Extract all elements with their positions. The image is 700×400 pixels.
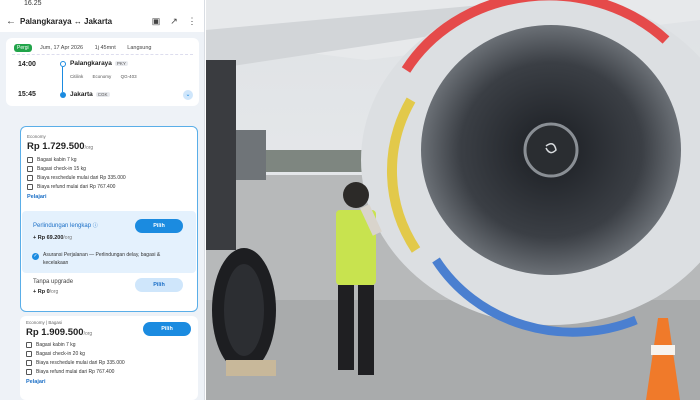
no-upgrade-title: Tanpa upgrade (33, 279, 74, 285)
protection-desc: Asuransi Perjalanan — Perlindungan delay… (43, 252, 161, 266)
phone-screen: 16.25 ← Palangkaraya ↔ Jakarta ▣ ↗ ⋮ Per… (0, 0, 205, 400)
fare-price-unit: /org (83, 331, 93, 337)
fare-option-economy: Economy Rp 1.729.500/org Bagasi kabin 7 … (20, 126, 198, 312)
status-bar: 16.25 (0, 0, 204, 10)
refund-icon (26, 369, 32, 375)
feature-reschedule: Biaya reschedule mulai dari Rp 335.000 (26, 360, 125, 366)
airline-info: Citilink Economy QG-403 (70, 74, 145, 79)
refund-icon (27, 184, 33, 190)
worker-head (343, 182, 369, 208)
no-upgrade-price-unit: /org (49, 289, 59, 295)
feature-label: Bagasi check-in 20 kg (36, 351, 85, 357)
learn-more-link[interactable]: Pelajari (27, 194, 47, 200)
feature-label: Bagasi kabin 7 kg (36, 342, 76, 348)
gear-strut (206, 60, 236, 250)
protection-price-unit: /org (63, 235, 73, 241)
fare-price: Rp 1.729.500/org (27, 141, 93, 152)
depart-dot (60, 61, 66, 67)
fare-price-value: Rp 1.909.500 (26, 327, 84, 338)
feature-checkin-baggage: Bagasi check-in 20 kg (26, 351, 85, 357)
direction-tag: Pergi (14, 44, 32, 52)
luggage-icon (26, 342, 32, 348)
cone-stripe (651, 345, 675, 355)
info-icon[interactable]: ⓘ (93, 223, 98, 229)
fare-option-economy-baggage: Economy | Bagasi Rp 1.909.500/org Pilih … (20, 316, 198, 400)
feature-label: Biaya reschedule mulai dari Rp 335.000 (36, 360, 125, 366)
protection-select-button[interactable]: Pilih (135, 219, 183, 233)
luggage-icon (26, 351, 32, 357)
no-upgrade-price: + Rp 0/org (33, 289, 58, 295)
arrive-dot (60, 92, 66, 98)
feature-label: Bagasi check-in 15 kg (37, 166, 86, 172)
photo-illustration (206, 0, 700, 400)
save-icon[interactable]: ▣ (149, 16, 163, 27)
route-title: Palangkaraya ↔ Jakarta (20, 16, 113, 26)
fare-price-unit: /org (84, 145, 94, 151)
divider (12, 54, 193, 55)
protection-title: Perlindungan lengkap ⓘ (33, 222, 98, 229)
route-line (62, 67, 63, 92)
depart-time: 14:00 (18, 61, 36, 68)
arrive-time: 15:45 (18, 91, 36, 98)
arrive-city-name: Jakarta (70, 91, 93, 98)
fare-price-value: Rp 1.729.500 (27, 141, 85, 152)
arrive-city: Jakarta CGK (70, 91, 110, 98)
luggage-icon (27, 166, 33, 172)
feature-label: Bagasi kabin 7 kg (37, 157, 77, 163)
feature-label: Biaya refund mulai dari Rp 767.400 (37, 184, 116, 190)
wheel-hub (224, 264, 264, 356)
arrive-code: CGK (95, 92, 110, 97)
flight-type: Langsung (127, 45, 152, 51)
flight-date: Jum, 17 Apr 2026 (40, 45, 84, 51)
status-time: 16.25 (24, 0, 42, 7)
wheel-chock (226, 360, 276, 376)
engine-spinner (523, 122, 579, 178)
worker-leg-left (338, 285, 354, 370)
depart-code: PKY (114, 61, 128, 66)
top-app-bar: ← Palangkaraya ↔ Jakarta ▣ ↗ ⋮ (0, 10, 204, 32)
protection-price-value: + Rp 69.200 (33, 235, 64, 241)
feature-checkin-baggage: Bagasi check-in 15 kg (27, 166, 86, 172)
luggage-icon (27, 157, 33, 163)
no-upgrade-price-value: + Rp 0 (33, 289, 50, 295)
feature-label: Biaya reschedule mulai dari Rp 335.000 (37, 175, 126, 181)
chevron-down-icon[interactable]: ⌄ (183, 90, 193, 100)
feature-refund: Biaya refund mulai dari Rp 767.400 (27, 184, 115, 190)
back-arrow-icon[interactable]: ← (6, 16, 20, 27)
no-upgrade-select-button[interactable]: Pilih (135, 278, 183, 292)
flight-summary-card[interactable]: Pergi Jum, 17 Apr 2026 1j 45mnt Langsung… (6, 38, 199, 106)
flight-number: QG-403 (120, 74, 137, 79)
protection-price: + Rp 69.200/org (33, 235, 72, 241)
fare-select-button[interactable]: Pilih (143, 322, 191, 336)
calendar-icon (27, 175, 33, 181)
tarmac-near (206, 300, 700, 400)
protection-title-text: Perlindungan lengkap (33, 223, 92, 229)
feature-label: Biaya refund mulai dari Rp 767.400 (36, 369, 115, 375)
airline-name: Citilink (70, 74, 84, 79)
worker-leg-right (358, 285, 374, 375)
depart-city: Palangkaraya PKY (70, 60, 128, 67)
share-icon[interactable]: ↗ (167, 16, 181, 27)
feature-cabin-baggage: Bagasi kabin 7 kg (27, 157, 76, 163)
flight-meta: Jum, 17 Apr 2026 1j 45mnt Langsung (40, 45, 161, 51)
check-icon: ✓ (32, 253, 39, 260)
fare-type: Economy (27, 134, 46, 139)
depart-city-name: Palangkaraya (70, 60, 112, 67)
flight-duration: 1j 45mnt (94, 45, 116, 51)
fare-price: Rp 1.909.500/org (26, 327, 92, 338)
feature-cabin-baggage: Bagasi kabin 7 kg (26, 342, 75, 348)
more-icon[interactable]: ⋮ (185, 16, 199, 27)
cabin-class: Economy (92, 74, 112, 79)
feature-reschedule: Biaya reschedule mulai dari Rp 335.000 (27, 175, 126, 181)
calendar-icon (26, 360, 32, 366)
feature-refund: Biaya refund mulai dari Rp 767.400 (26, 369, 114, 375)
fare-type: Economy | Bagasi (26, 320, 63, 325)
airplane-engine-photo (206, 0, 700, 400)
learn-more-link[interactable]: Pelajari (26, 379, 46, 385)
